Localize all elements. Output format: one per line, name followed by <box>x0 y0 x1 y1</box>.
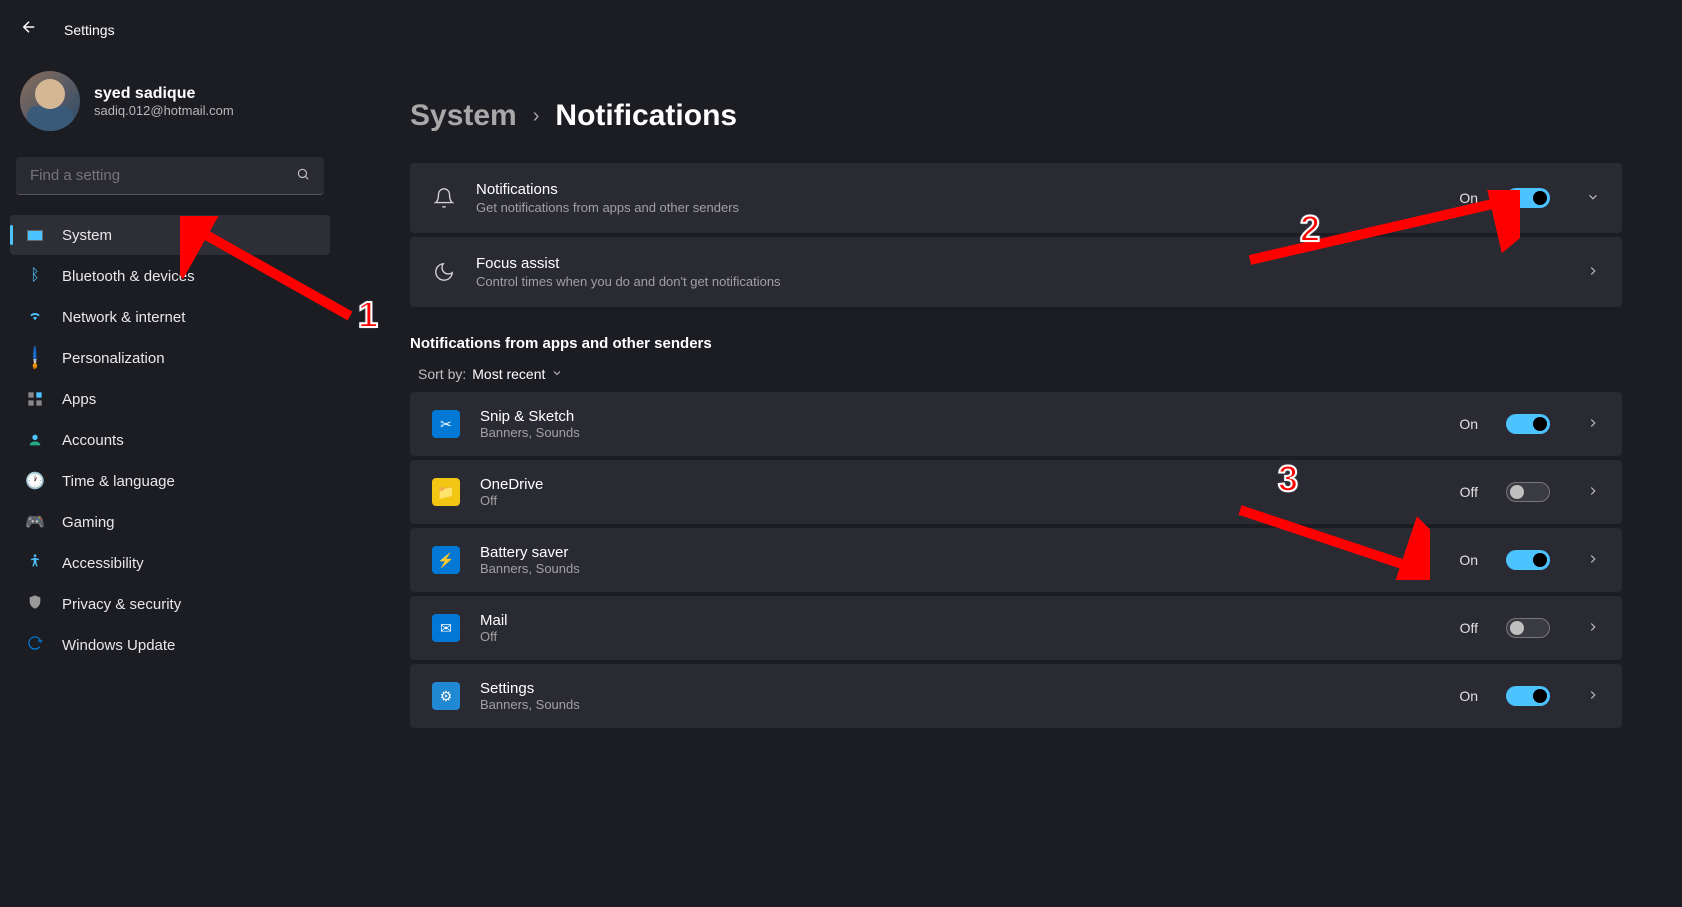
breadcrumb-current: Notifications <box>555 99 737 133</box>
toggle-label: Off <box>1460 620 1478 636</box>
app-icon: ⚙ <box>432 682 460 710</box>
chevron-right-icon[interactable] <box>1586 552 1600 569</box>
app-toggle[interactable] <box>1506 618 1550 638</box>
sidebar-item-apps[interactable]: Apps <box>10 379 330 419</box>
paint-icon: 🖌️ <box>26 349 44 367</box>
chevron-right-icon[interactable] <box>1586 620 1600 637</box>
sidebar-item-label: System <box>62 227 112 244</box>
sidebar-item-gaming[interactable]: 🎮 Gaming <box>10 502 330 542</box>
main: System › Notifications Notifications Get… <box>340 59 1682 732</box>
app-status: Off <box>480 629 1440 644</box>
toggle-label: On <box>1459 688 1478 704</box>
app-row-battery-saver[interactable]: ⚡Battery saverBanners, SoundsOn <box>410 528 1622 592</box>
wifi-icon <box>26 308 44 326</box>
clock-icon: 🕐 <box>26 472 44 490</box>
accessibility-icon <box>26 554 44 572</box>
profile-name: syed sadique <box>94 85 234 103</box>
sidebar-item-label: Accounts <box>62 432 124 449</box>
sidebar-item-label: Privacy & security <box>62 596 181 613</box>
chevron-right-icon[interactable] <box>1586 688 1600 705</box>
chevron-right-icon[interactable] <box>1586 416 1600 433</box>
search-input[interactable] <box>30 167 296 184</box>
toggle-label: Off <box>1460 484 1478 500</box>
search-icon <box>296 167 310 184</box>
update-icon <box>26 636 44 654</box>
app-row-onedrive[interactable]: 📁OneDriveOffOff <box>410 460 1622 524</box>
bell-icon <box>432 186 456 210</box>
bluetooth-icon: ᛒ <box>26 267 44 285</box>
sidebar-item-label: Gaming <box>62 514 115 531</box>
breadcrumb-parent[interactable]: System <box>410 99 517 133</box>
app-toggle[interactable] <box>1506 414 1550 434</box>
app-status: Banners, Sounds <box>480 697 1439 712</box>
sidebar-item-label: Personalization <box>62 350 165 367</box>
app-icon: ✂ <box>432 410 460 438</box>
app-icon: 📁 <box>432 478 460 506</box>
breadcrumb: System › Notifications <box>410 99 1622 133</box>
setting-desc: Control times when you do and don't get … <box>476 274 1550 289</box>
search-box[interactable] <box>16 157 324 195</box>
app-name: Settings <box>480 680 1439 697</box>
sidebar-item-accounts[interactable]: Accounts <box>10 420 330 460</box>
app-toggle[interactable] <box>1506 550 1550 570</box>
app-name: Mail <box>480 612 1440 629</box>
apps-icon <box>26 390 44 408</box>
chevron-down-icon <box>551 366 563 382</box>
sort-label: Sort by: <box>418 366 466 382</box>
profile-email: sadiq.012@hotmail.com <box>94 103 234 118</box>
profile[interactable]: syed sadique sadiq.012@hotmail.com <box>10 59 330 151</box>
avatar <box>20 71 80 131</box>
sort-dropdown[interactable]: Sort by: Most recent <box>410 366 1622 392</box>
header: Settings <box>0 0 1682 59</box>
sidebar-item-label: Bluetooth & devices <box>62 268 195 285</box>
annotation-2: 2 <box>1300 208 1320 250</box>
shield-icon <box>26 595 44 613</box>
app-row-snip-sketch[interactable]: ✂ Snip & SketchBanners, Sounds On <box>410 392 1622 456</box>
sort-value: Most recent <box>472 366 545 382</box>
moon-icon <box>432 260 456 284</box>
app-icon: ⚡ <box>432 546 460 574</box>
back-arrow-icon[interactable] <box>20 18 38 41</box>
chevron-down-icon[interactable] <box>1586 190 1600 207</box>
section-title: Notifications from apps and other sender… <box>410 335 1622 352</box>
app-status: Banners, Sounds <box>480 425 1439 440</box>
annotation-arrow-2 <box>1240 190 1520 270</box>
annotation-1: 1 <box>358 294 378 336</box>
sidebar-item-time-language[interactable]: 🕐 Time & language <box>10 461 330 501</box>
sidebar-item-label: Network & internet <box>62 309 185 326</box>
app-toggle[interactable] <box>1506 482 1550 502</box>
toggle-label: On <box>1459 552 1478 568</box>
sidebar-item-windows-update[interactable]: Windows Update <box>10 625 330 665</box>
gaming-icon: 🎮 <box>26 513 44 531</box>
annotation-3: 3 <box>1278 458 1298 500</box>
sidebar-item-accessibility[interactable]: Accessibility <box>10 543 330 583</box>
account-icon <box>26 431 44 449</box>
sidebar: syed sadique sadiq.012@hotmail.com Syste… <box>0 59 340 732</box>
sidebar-item-privacy-security[interactable]: Privacy & security <box>10 584 330 624</box>
chevron-right-icon[interactable] <box>1586 264 1600 281</box>
toggle-label: On <box>1459 416 1478 432</box>
sidebar-item-personalization[interactable]: 🖌️ Personalization <box>10 338 330 378</box>
sidebar-item-label: Accessibility <box>62 555 144 572</box>
app-name: Snip & Sketch <box>480 408 1439 425</box>
chevron-right-icon: › <box>533 105 540 128</box>
sidebar-item-label: Windows Update <box>62 637 175 654</box>
app-list: ✂Snip & SketchBanners, SoundsOn📁OneDrive… <box>410 392 1622 728</box>
app-icon: ✉ <box>432 614 460 642</box>
chevron-right-icon[interactable] <box>1586 484 1600 501</box>
system-icon <box>26 226 44 244</box>
sidebar-item-label: Apps <box>62 391 96 408</box>
sidebar-item-label: Time & language <box>62 473 175 490</box>
app-toggle[interactable] <box>1506 686 1550 706</box>
app-row-mail[interactable]: ✉MailOffOff <box>410 596 1622 660</box>
annotation-arrow-1 <box>180 216 360 326</box>
app-title: Settings <box>64 22 115 38</box>
app-row-settings[interactable]: ⚙ SettingsBanners, Sounds On <box>410 664 1622 728</box>
annotation-arrow-3 <box>1230 500 1430 580</box>
